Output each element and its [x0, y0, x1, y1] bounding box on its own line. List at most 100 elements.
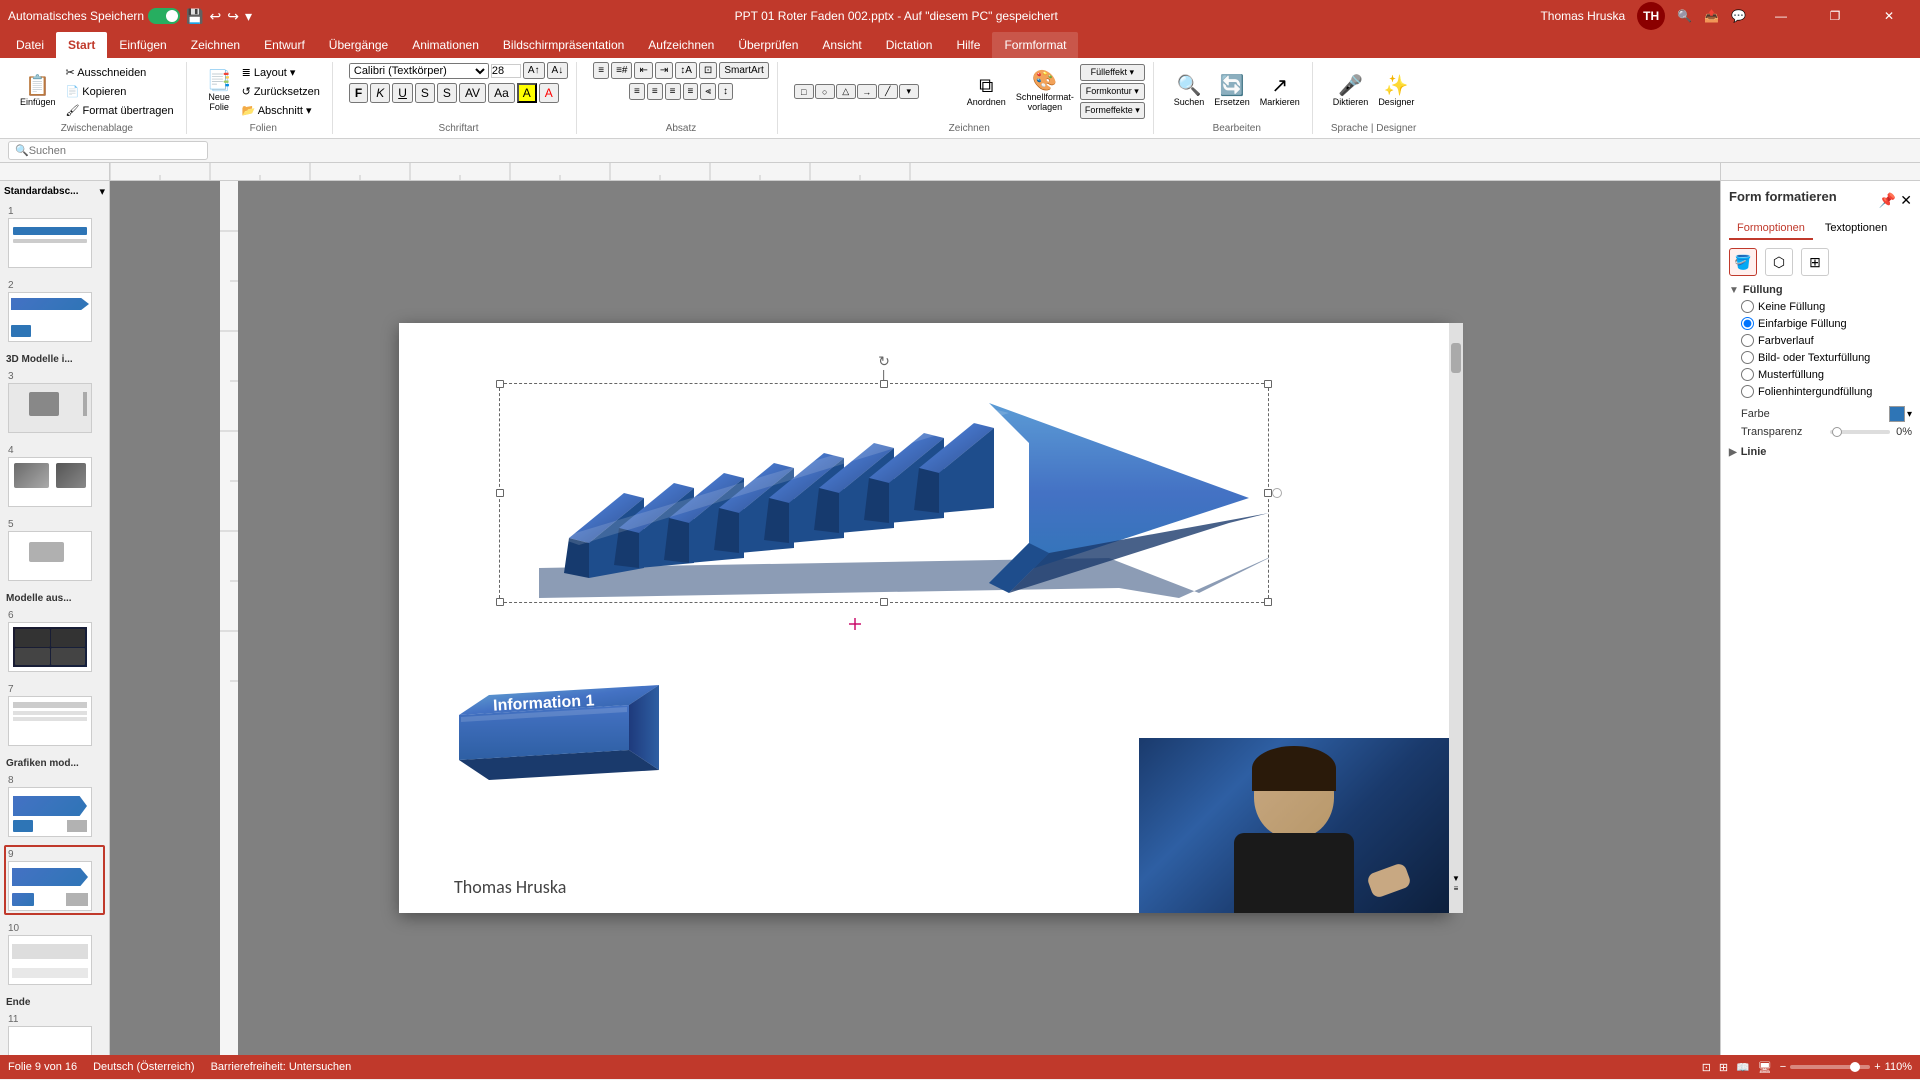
autosave-toggle[interactable]	[148, 8, 180, 24]
slide-thumb-10[interactable]: 10	[4, 919, 105, 989]
tab-praesentation[interactable]: Bildschirmpräsentation	[491, 32, 636, 58]
fuellung-collapse-arrow[interactable]: ▼	[1729, 285, 1739, 296]
slide-thumb-7[interactable]: 7	[4, 680, 105, 750]
slide-thumb-1[interactable]: 1	[4, 202, 105, 272]
btn-ersetzen[interactable]: 🔄 Ersetzen	[1210, 74, 1254, 109]
close-button[interactable]: ✕	[1866, 0, 1912, 32]
tab-dictation[interactable]: Dictation	[874, 32, 945, 58]
slider-thumb[interactable]	[1832, 427, 1842, 437]
btn-underline[interactable]: U	[392, 83, 413, 103]
btn-font-grow[interactable]: A↑	[523, 62, 545, 79]
btn-kopieren[interactable]: 📄 Kopieren	[62, 83, 178, 100]
scroll-down-btn[interactable]: ▼	[1452, 874, 1460, 883]
qat-undo[interactable]: ↩	[210, 8, 222, 25]
option-bild-textur[interactable]: Bild- oder Texturfüllung	[1741, 351, 1912, 364]
search-icon[interactable]: 🔍	[1677, 9, 1692, 23]
slide-thumb-4[interactable]: 4	[4, 441, 105, 511]
zoom-slider[interactable]	[1790, 1065, 1870, 1069]
btn-zuruecksetzen[interactable]: ↺ Zurücksetzen	[238, 83, 324, 100]
btn-font-color[interactable]: A	[539, 83, 559, 103]
btn-anordnen[interactable]: ⧉ Anordnen	[963, 74, 1010, 109]
btn-schnellformat[interactable]: 🎨 Schnellformat-vorlagen	[1012, 69, 1078, 114]
font-size-input[interactable]	[491, 64, 521, 78]
slide-panel[interactable]: Standardabsc... ▾ 1 2 3D Modelle i... 3	[0, 181, 110, 1055]
font-selector[interactable]: Calibri (Textkörper)	[349, 63, 489, 79]
btn-line-spacing[interactable]: ↕	[718, 83, 733, 100]
btn-font-shrink[interactable]: A↓	[547, 62, 569, 79]
btn-list-num[interactable]: ≡#	[611, 62, 632, 79]
btn-layout[interactable]: ≣ Layout ▾	[238, 64, 324, 81]
btn-align-text[interactable]: ⊡	[699, 62, 717, 79]
qat-save[interactable]: 💾	[186, 8, 203, 25]
tab-animationen[interactable]: Animationen	[400, 32, 491, 58]
view-sort-icon[interactable]: ⊞	[1719, 1061, 1728, 1074]
tab-ansicht[interactable]: Ansicht	[810, 32, 873, 58]
slide-thumb-2[interactable]: 2	[4, 276, 105, 346]
color-swatch[interactable]	[1889, 406, 1905, 422]
tab-start[interactable]: Start	[56, 32, 107, 58]
handle-adjust[interactable]	[1272, 488, 1282, 498]
shape-arrow-r[interactable]: →	[857, 84, 877, 99]
btn-diktieren[interactable]: 🎤 Diktieren	[1329, 74, 1373, 109]
slide-thumb-11[interactable]: 11	[4, 1010, 105, 1055]
zoom-in-icon[interactable]: +	[1874, 1061, 1880, 1073]
btn-format-uebertragen[interactable]: 🖌 Format übertragen	[62, 102, 178, 119]
layout-icon[interactable]: ⊞	[1801, 248, 1829, 276]
btn-einfuegen[interactable]: 📋 Einfügen	[16, 74, 60, 109]
btn-shadow[interactable]: S	[437, 83, 457, 103]
btn-formkontur[interactable]: Formkontur ▾	[1080, 83, 1145, 100]
btn-suchen[interactable]: 🔍 Suchen	[1170, 74, 1209, 109]
view-normal-icon[interactable]: ⊡	[1702, 1061, 1711, 1074]
shape-line[interactable]: ╱	[878, 84, 898, 99]
fill-icon[interactable]: 🪣	[1729, 248, 1757, 276]
slide-thumb-6[interactable]: 6	[4, 606, 105, 676]
btn-formeffekte[interactable]: Formeffekte ▾	[1080, 102, 1145, 119]
panel-tab-formoptionen[interactable]: Formoptionen	[1729, 218, 1813, 240]
btn-smartart[interactable]: SmartArt	[719, 62, 768, 79]
shape-triangle[interactable]: △	[836, 84, 856, 99]
panel-close-icon[interactable]: ✕	[1900, 192, 1912, 209]
tab-einfuegen[interactable]: Einfügen	[107, 32, 178, 58]
btn-columns[interactable]: ⫷	[700, 83, 716, 100]
btn-neue-folie[interactable]: 📑 NeueFolie	[203, 69, 236, 114]
btn-bold[interactable]: F	[349, 83, 368, 103]
color-dropdown[interactable]: ▾	[1907, 409, 1912, 420]
btn-align-center[interactable]: ≡	[647, 83, 663, 100]
option-muster[interactable]: Musterfüllung	[1741, 368, 1912, 381]
scroll-expand[interactable]: ≡	[1454, 884, 1459, 893]
zoom-thumb[interactable]	[1850, 1062, 1860, 1072]
shape-oval[interactable]: ○	[815, 84, 835, 99]
effects-icon[interactable]: ⬡	[1765, 248, 1793, 276]
tab-entwurf[interactable]: Entwurf	[252, 32, 317, 58]
btn-indent-less[interactable]: ⇤	[634, 62, 652, 79]
btn-markieren[interactable]: ↗ Markieren	[1256, 74, 1304, 109]
btn-abschnitt[interactable]: 📂 Abschnitt ▾	[238, 102, 324, 119]
tab-aufzeichnen[interactable]: Aufzeichnen	[636, 32, 726, 58]
tab-datei[interactable]: Datei	[4, 32, 56, 58]
share-icon[interactable]: 📤	[1704, 9, 1719, 23]
tab-ueberpruefen[interactable]: Überprüfen	[726, 32, 810, 58]
option-farbverlauf[interactable]: Farbverlauf	[1741, 334, 1912, 347]
btn-align-left[interactable]: ≡	[629, 83, 645, 100]
option-folienhintergrund[interactable]: Folienhintergundfüllung	[1741, 385, 1912, 398]
tab-uebergaenge[interactable]: Übergänge	[317, 32, 400, 58]
panel-pin-icon[interactable]: 📌	[1879, 192, 1896, 209]
option-einfarbige-fuellung[interactable]: Einfarbige Füllung	[1741, 317, 1912, 330]
fuellung-title[interactable]: ▼ Füllung	[1729, 284, 1912, 296]
linie-title[interactable]: ▶ Linie	[1729, 446, 1912, 458]
btn-italic[interactable]: K	[370, 83, 390, 103]
tab-zeichnen[interactable]: Zeichnen	[179, 32, 252, 58]
scrollbar-v[interactable]: ▼ ≡	[1449, 323, 1463, 913]
btn-strikethrough[interactable]: S	[415, 83, 435, 103]
language-info[interactable]: Deutsch (Österreich)	[93, 1061, 194, 1073]
qat-more[interactable]: ▾	[245, 8, 252, 25]
btn-fuelleffekt[interactable]: Fülleffekt ▾	[1080, 64, 1145, 81]
rotation-handle[interactable]: ↻	[878, 353, 890, 380]
btn-ausschneiden[interactable]: ✂ Ausschneiden	[62, 64, 178, 81]
scrollbar-thumb[interactable]	[1451, 343, 1461, 373]
search-box[interactable]: 🔍	[8, 141, 208, 160]
slide-thumb-8[interactable]: 8	[4, 771, 105, 841]
btn-justify[interactable]: ≡	[683, 83, 699, 100]
btn-indent-more[interactable]: ⇥	[655, 62, 673, 79]
linie-collapse-arrow[interactable]: ▶	[1729, 447, 1737, 458]
